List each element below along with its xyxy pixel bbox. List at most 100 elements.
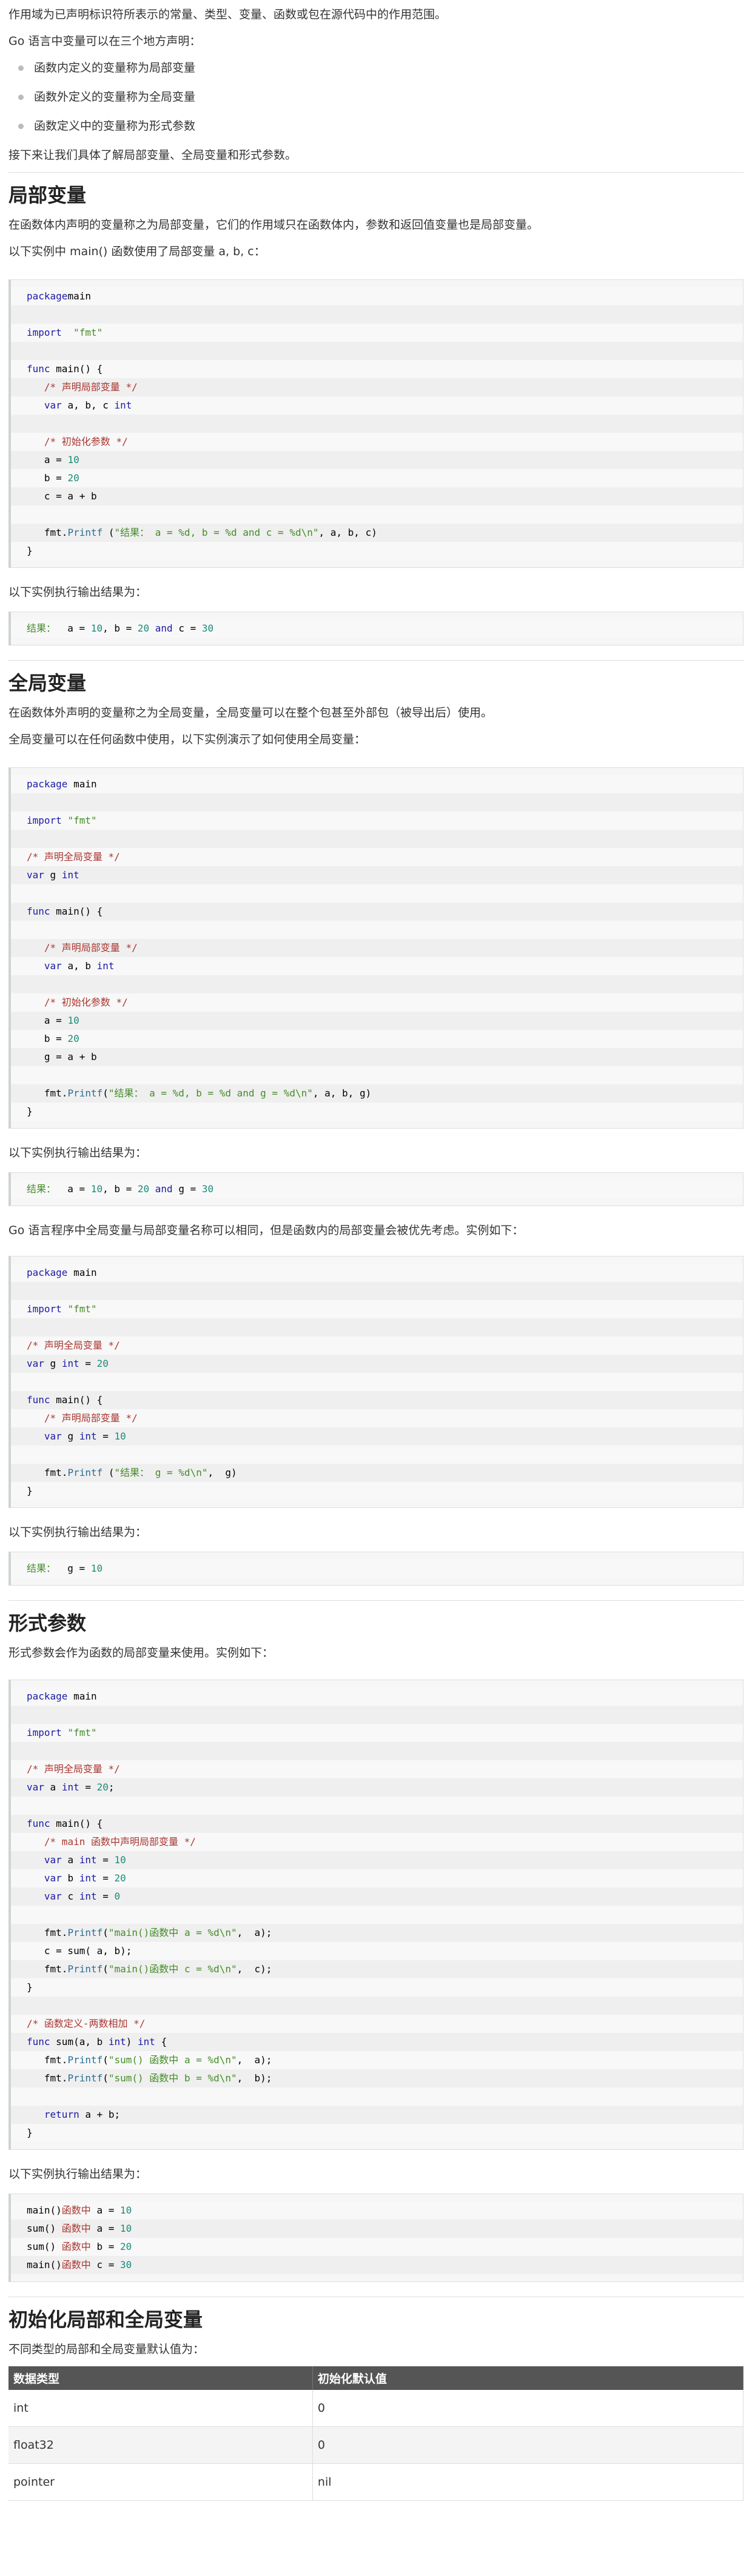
table-row: float32 0 xyxy=(8,2426,744,2464)
divider xyxy=(8,1600,744,1601)
code-token: ( xyxy=(102,1963,109,1975)
code-token: sum() xyxy=(27,2223,62,2234)
code-line: fmt.Printf("sum() 函数中 b = %d\n", b); xyxy=(11,2069,743,2087)
code-token: package xyxy=(27,778,68,790)
code-token: ( xyxy=(102,2072,109,2084)
code-token: Printf xyxy=(67,1927,103,1938)
code-token: , b = xyxy=(102,1183,138,1195)
code-line: } xyxy=(11,542,743,560)
code-token: 函数中 xyxy=(61,2241,91,2252)
init-vars-heading: 初始化局部和全局变量 xyxy=(8,2308,203,2331)
code-token: int xyxy=(96,960,115,972)
code-token: , a, b, g) xyxy=(312,1087,372,1099)
code-token: /* 声明全局变量 */ xyxy=(27,851,120,863)
intro-next-paragraph: 接下来让我们具体了解局部变量、全局变量和形式参数。 xyxy=(8,148,297,162)
code-line xyxy=(11,975,743,993)
code-token: var xyxy=(27,1781,44,1793)
code-token: 10 xyxy=(90,1563,103,1574)
code-token: = xyxy=(79,1358,97,1369)
code-token: Printf xyxy=(67,527,103,538)
code-line xyxy=(11,793,743,812)
global-vars-output-block[interactable]: 结果： a = 10, b = 20 and g = 30 xyxy=(8,1172,744,1206)
code-token: 结果： xyxy=(27,622,62,634)
code-token: , b = xyxy=(102,622,138,634)
code-token: c = a + b xyxy=(27,490,97,502)
code-line: main()函数中 a = 10 xyxy=(11,2201,743,2220)
code-token: func xyxy=(27,363,50,375)
code-token: var xyxy=(44,1430,62,1442)
code-output: 结果： a = 10, b = 20 and g = 30 xyxy=(11,1180,743,1198)
code-token: = xyxy=(96,1872,115,1884)
global-vs-local-output-block[interactable]: 结果： g = 10 xyxy=(8,1552,744,1586)
code-line: func main() { xyxy=(11,1815,743,1833)
code-token: func xyxy=(27,1818,50,1829)
code-line: } xyxy=(11,1978,743,1997)
code-token: fmt. xyxy=(27,1927,68,1938)
local-vars-output-block[interactable]: 结果： a = 10, b = 20 and c = 30 xyxy=(8,612,744,646)
code-token: sum() xyxy=(27,2241,62,2252)
code-token: = xyxy=(96,1430,115,1442)
code-token: 30 xyxy=(201,1183,214,1195)
global-vs-local-output-label: 以下实例执行输出结果为： xyxy=(8,1526,147,1539)
code-line: packagemain xyxy=(11,287,743,305)
table-cell: int xyxy=(8,2390,313,2427)
code-token: a, b xyxy=(61,960,97,972)
code-line: /* 声明全局变量 */ xyxy=(11,1336,743,1355)
code-line: /* 初始化参数 */ xyxy=(11,993,743,1012)
code-token: ( xyxy=(102,1087,109,1099)
code-token: main() { xyxy=(50,363,103,375)
code-token: /* 声明全局变量 */ xyxy=(27,1340,120,1351)
code-token: , a, b, c) xyxy=(318,527,377,538)
global-vs-local-paragraph: Go 语言程序中全局变量与局部变量名称可以相同，但是函数内的局部变量会被优先考虑… xyxy=(8,1224,524,1237)
code-token: func xyxy=(27,1394,50,1406)
code-token: c = xyxy=(172,622,202,634)
code-token: a + b; xyxy=(79,2109,121,2120)
table-cell: nil xyxy=(312,2463,744,2501)
local-vars-code-block[interactable]: packagemain import "fmt" func main() { /… xyxy=(8,279,744,568)
code-token: "fmt" xyxy=(67,815,97,826)
params-code-block[interactable]: package main import "fmt" /* 声明全局变量 */ va… xyxy=(8,1680,744,2150)
params-output-block[interactable]: main()函数中 a = 10 sum() 函数中 a = 10 sum() 函数… xyxy=(8,2194,744,2282)
code-token: package xyxy=(27,290,68,302)
code-token: g = a + b xyxy=(27,1051,97,1063)
table-cell: float32 xyxy=(8,2426,313,2464)
code-token: ( xyxy=(102,527,115,538)
code-line: 结果： g = 10 xyxy=(11,1560,743,1578)
code-token: main() { xyxy=(50,906,103,917)
code-token: main xyxy=(67,778,97,790)
code-token: int xyxy=(79,1872,97,1884)
code-line: import "fmt" xyxy=(11,324,743,342)
code-token: and xyxy=(155,622,173,634)
code-line xyxy=(11,1282,743,1300)
code-token: main() { xyxy=(50,1394,103,1406)
code-token: 结果： xyxy=(27,1183,62,1195)
code-token: a = xyxy=(27,454,68,465)
declare-places-list: 函数内定义的变量称为局部变量 函数外定义的变量称为全局变量 函数定义中的变量称为… xyxy=(8,58,744,136)
code-token: g = xyxy=(172,1183,202,1195)
code-token: func xyxy=(27,2036,50,2047)
code-token: fmt. xyxy=(27,1467,68,1478)
code-token: g = xyxy=(61,1563,91,1574)
code-token: main xyxy=(67,1267,97,1278)
code-token: int xyxy=(79,1430,97,1442)
code-token: a = xyxy=(90,2204,120,2216)
global-vars-code-block[interactable]: package main import "fmt" /* 声明全局变量 */ va… xyxy=(8,767,744,1129)
code-line: return a + b; xyxy=(11,2106,743,2124)
code-token: var xyxy=(27,869,44,881)
code-token: main xyxy=(67,1690,97,1702)
code-line xyxy=(11,1797,743,1815)
global-vs-local-code-block[interactable]: package main import "fmt" /* 声明全局变量 */ va… xyxy=(8,1256,744,1508)
code-line xyxy=(11,1997,743,2015)
code-line xyxy=(11,1066,743,1084)
code-token: 20 xyxy=(114,1872,126,1884)
global-vars-output-label: 以下实例执行输出结果为： xyxy=(8,1146,147,1160)
code-line: var a, b, c int xyxy=(11,396,743,415)
code-line: var g int xyxy=(11,866,743,884)
